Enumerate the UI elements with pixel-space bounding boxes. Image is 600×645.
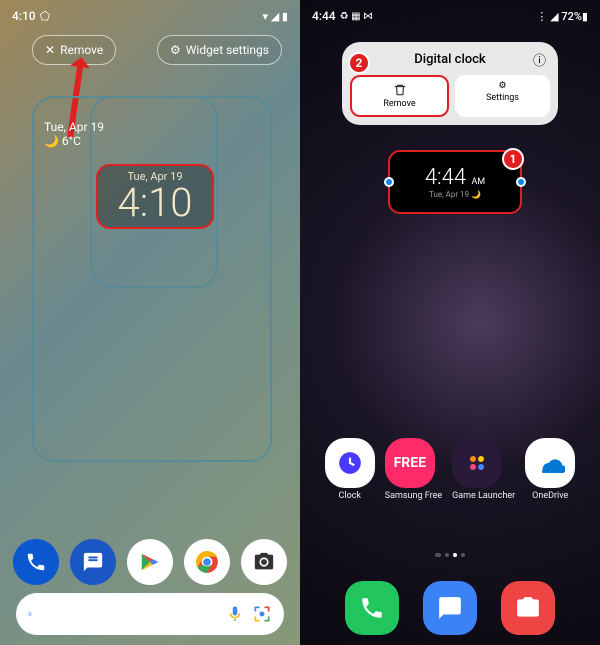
panel-settings-button[interactable]: ⚙ Settings <box>455 75 550 117</box>
dock <box>300 581 600 635</box>
phone-app[interactable] <box>345 581 399 635</box>
phone-app[interactable] <box>13 539 59 585</box>
search-bar[interactable] <box>16 593 284 635</box>
widget-settings-label: Widget settings <box>186 43 269 57</box>
panel-remove-button[interactable]: Remove <box>350 75 449 117</box>
resize-handle-right[interactable] <box>516 177 526 187</box>
page-indicator[interactable] <box>300 553 600 557</box>
close-icon: ✕ <box>45 43 55 57</box>
trash-icon <box>393 83 407 97</box>
info-icon[interactable]: ⓘ <box>533 50 546 69</box>
status-indicators: ▾ ◢ ▮ <box>262 10 288 23</box>
resize-handle-left[interactable] <box>384 177 394 187</box>
widget-panel: Digital clock ⓘ Remove ⚙ Settings <box>342 42 558 125</box>
status-indicators: ⋮ ◢ 72%▮ <box>536 10 588 23</box>
app-samsung-free[interactable]: FREE Samsung Free <box>385 438 442 501</box>
pixel-pane: 4:10 ⬠ ▾ ◢ ▮ ✕ Remove ⚙ Widget settings … <box>0 0 300 645</box>
dwidget-time: 4:44 AM <box>425 165 485 190</box>
search-input[interactable] <box>40 606 218 622</box>
panel-remove-label: Remove <box>383 99 415 109</box>
app-onedrive[interactable]: OneDrive <box>525 438 575 501</box>
status-bar: 4:44 ♻ ▦ ⋈ ⋮ ◢ 72%▮ <box>300 6 600 26</box>
page-dot <box>445 553 449 557</box>
status-time: 4:10 <box>12 9 36 23</box>
lens-icon[interactable] <box>252 604 272 624</box>
gear-icon: ⚙ <box>170 43 181 57</box>
mini-temp: 🌙 6°C <box>44 134 104 148</box>
mini-date: Tue, Apr 19 <box>44 120 104 134</box>
play-store-app[interactable] <box>127 539 173 585</box>
page-dot <box>453 553 457 557</box>
messages-app[interactable] <box>423 581 477 635</box>
weather-mini[interactable]: Tue, Apr 19 🌙 6°C <box>44 120 104 148</box>
status-bar: 4:10 ⬠ ▾ ◢ ▮ <box>0 6 300 26</box>
status-nicons: ♻ ▦ ⋈ <box>340 11 373 22</box>
dock <box>0 539 300 585</box>
samsung-pane: 4:44 ♻ ▦ ⋈ ⋮ ◢ 72%▮ 2 Digital clock ⓘ Re… <box>300 0 600 645</box>
messages-app[interactable] <box>70 539 116 585</box>
status-time: 4:44 <box>312 9 336 23</box>
chrome-app[interactable] <box>184 539 230 585</box>
widget-time: 4:10 <box>100 183 210 223</box>
app-game-launcher[interactable]: Game Launcher <box>452 438 515 501</box>
dwidget-date: Tue, Apr 19 🌙 <box>429 190 481 199</box>
mic-icon[interactable] <box>226 605 244 623</box>
page-dot <box>435 553 441 557</box>
annotation-badge-1: 1 <box>502 148 524 170</box>
annotation-badge-2: 2 <box>348 52 370 74</box>
widget-settings-button[interactable]: ⚙ Widget settings <box>157 35 282 65</box>
camera-app[interactable] <box>501 581 555 635</box>
app-row: Clock FREE Samsung Free Game Launcher On… <box>300 438 600 501</box>
status-app-icon: ⬠ <box>40 9 50 23</box>
panel-title: Digital clock <box>414 52 485 67</box>
page-dot <box>461 553 465 557</box>
camera-app[interactable] <box>241 539 287 585</box>
panel-settings-label: Settings <box>486 93 519 103</box>
app-clock[interactable]: Clock <box>325 438 375 501</box>
google-logo-icon <box>28 604 32 624</box>
clock-widget[interactable]: Tue, Apr 19 4:10 <box>96 164 214 229</box>
gear-icon: ⚙ <box>498 81 506 91</box>
